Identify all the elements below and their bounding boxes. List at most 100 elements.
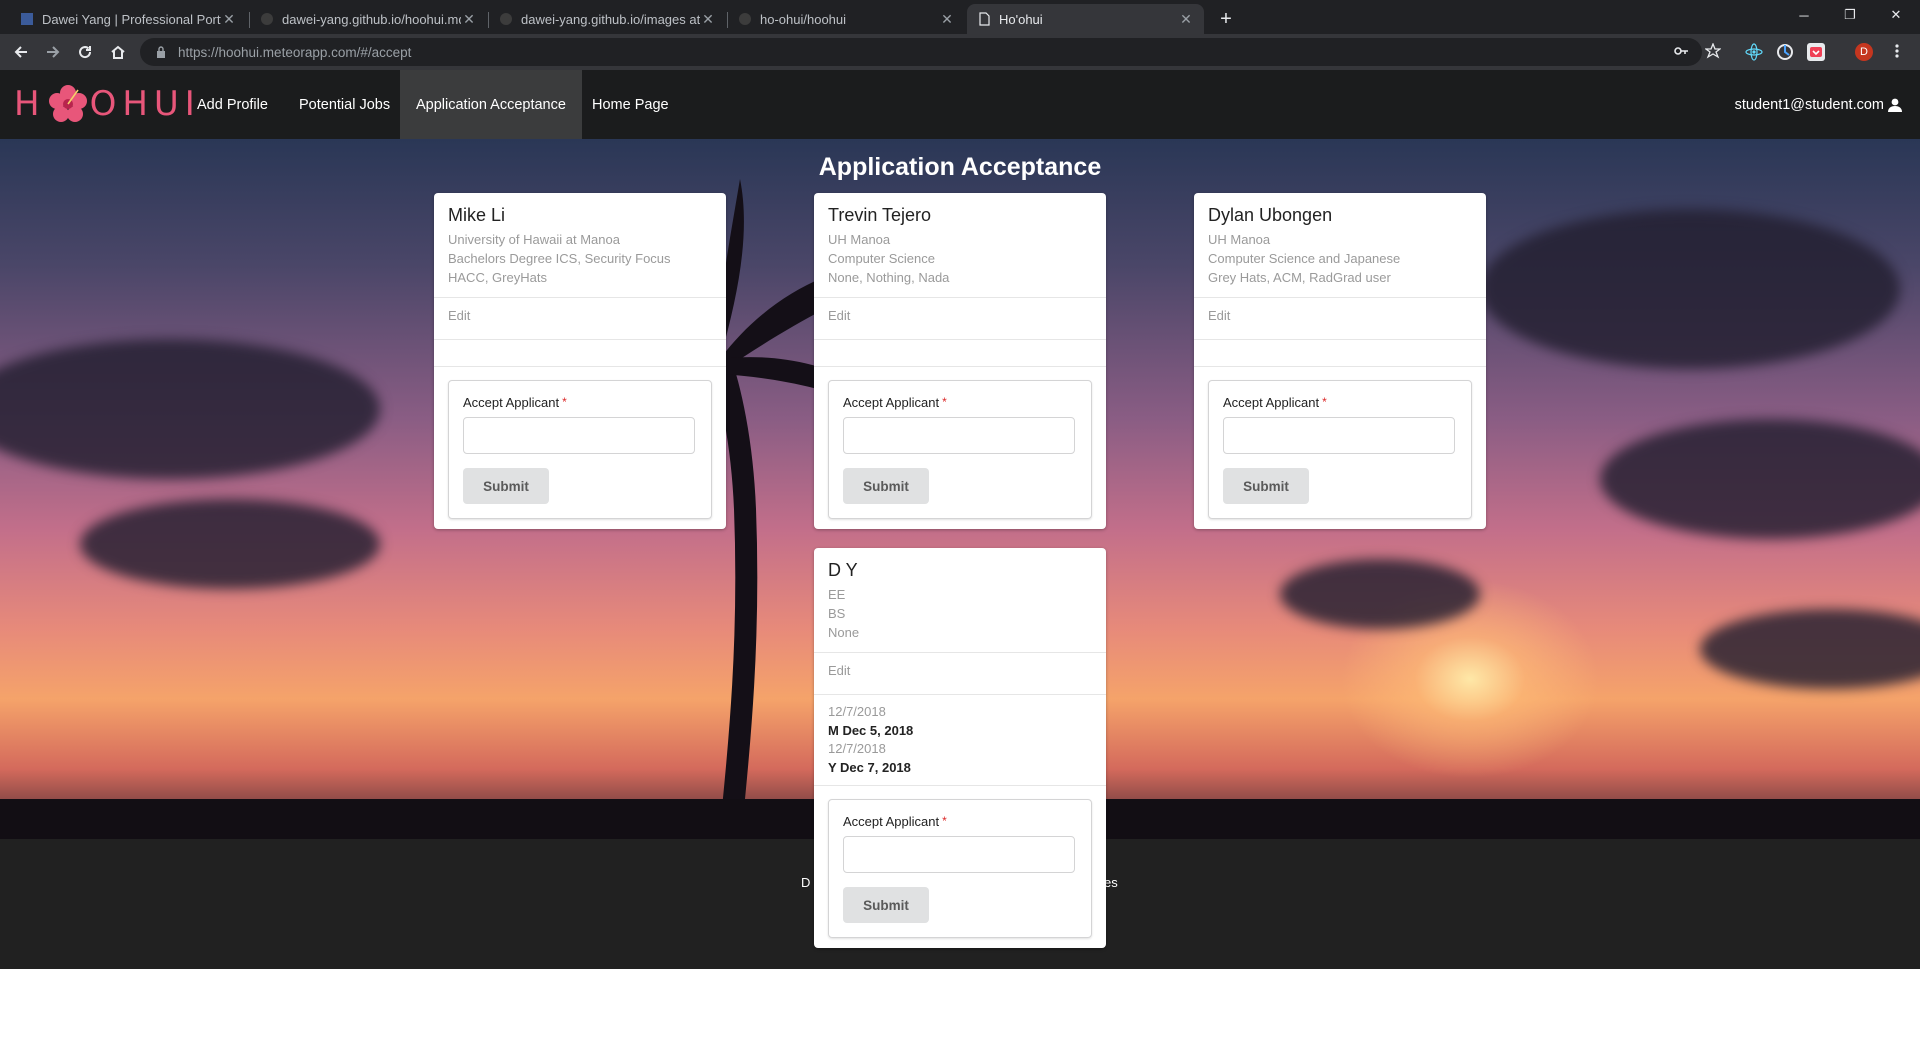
close-tab-icon[interactable]: ✕ [939,11,955,28]
applicant-name: Dylan Ubongen [1208,205,1333,225]
edit-link[interactable]: Edit [814,653,1106,695]
hibiscus-flower-icon [48,85,87,122]
applicant-degree: Computer Science and Japanese [1208,251,1401,266]
note-date: 12/7/2018 [828,741,886,756]
cloud [80,499,380,589]
github-icon [738,12,752,26]
new-tab-button[interactable]: + [1213,6,1239,32]
submit-button[interactable]: Submit [843,468,929,504]
edit-link[interactable]: Edit [434,298,726,340]
pocket-extension-icon[interactable] [1807,43,1825,61]
bookmark-star-icon[interactable] [1702,40,1724,62]
accept-applicant-input[interactable] [843,836,1075,873]
applicant-clubs: Grey Hats, ACM, RadGrad user [1208,270,1391,285]
applicant-name: D Y [828,560,858,580]
url-text: https://hoohui.meteorapp.com/#/accept [178,44,412,60]
cloud [1700,609,1920,689]
close-tab-icon[interactable]: ✕ [700,11,716,28]
key-icon[interactable] [1670,40,1692,62]
label-text: Accept Applicant [1223,395,1320,410]
applicant-clubs: None [828,625,860,640]
applicant-clubs: HACC, GreyHats [448,270,547,285]
required-marker: * [1322,395,1327,409]
card-content: Trevin Tejero UH Manoa Computer Science … [814,193,1106,298]
applicant-name: Trevin Tejero [828,205,932,225]
applicant-card: Dylan Ubongen UH Manoa Computer Science … [1194,193,1486,529]
note-date: 12/7/2018 [828,704,886,719]
label-text: Accept Applicant [843,814,940,829]
note-text: M Dec 5, 2018 [828,723,914,738]
github-icon [260,12,274,26]
profile-avatar[interactable]: D [1855,43,1873,61]
accept-applicant-form: Accept Applicant * Submit [828,799,1092,938]
applicant-school: EE [828,587,846,602]
footer-text-left: D [801,875,811,890]
sync-extension-icon[interactable] [1776,43,1794,61]
edit-link[interactable]: Edit [1194,298,1486,340]
card-content: D Y EE BS None [814,548,1106,653]
edit-link[interactable]: Edit [814,298,1106,340]
accept-applicant-label: Accept Applicant * [463,395,697,410]
browser-toolbar: https://hoohui.meteorapp.com/#/accept D [0,34,1920,70]
tab-title: dawei-yang.github.io/images at [521,11,700,27]
nav-potential-jobs[interactable]: Potential Jobs [283,70,406,139]
browser-menu-icon[interactable] [1886,40,1908,62]
browser-tab-repo[interactable]: ho-ohui/hoohui ✕ [728,4,965,34]
react-extension-icon[interactable] [1745,43,1763,61]
user-email: student1@student.com [1734,96,1884,113]
user-menu[interactable]: student1@student.com [1735,70,1902,139]
address-bar[interactable]: https://hoohui.meteorapp.com/#/accept [140,38,1702,66]
accept-applicant-form: Accept Applicant * Submit [1208,380,1472,519]
applicant-degree: BS [828,606,846,621]
submit-button[interactable]: Submit [1223,468,1309,504]
applicant-card: Trevin Tejero UH Manoa Computer Science … [814,193,1106,529]
applicant-degree: Computer Science [828,251,935,266]
minimize-icon[interactable]: ─ [1781,0,1827,30]
submit-button[interactable]: Submit [463,468,549,504]
applicant-clubs: None, Nothing, Nada [828,270,950,285]
home-icon[interactable] [106,40,130,64]
restore-icon[interactable]: ❐ [1827,0,1873,30]
lock-icon [154,45,168,59]
accept-applicant-input[interactable] [463,417,695,454]
close-tab-icon[interactable]: ✕ [221,11,237,28]
browser-tab-strip: Dawei Yang | Professional Portfol ✕ dawe… [0,0,1920,34]
nav-application-acceptance[interactable]: Application Acceptance [400,70,582,139]
close-tab-icon[interactable]: ✕ [1178,11,1194,28]
forward-icon[interactable] [41,40,65,64]
accept-applicant-input[interactable] [1223,417,1455,454]
page-title: Application Acceptance [818,153,1102,181]
accept-applicant-label: Accept Applicant * [843,395,1077,410]
browser-tab-hoohui[interactable]: Ho'ohui ✕ [967,4,1204,34]
footer-text-right: es [1104,875,1118,890]
github-icon [499,12,513,26]
back-icon[interactable] [9,40,33,64]
notes-area [434,340,726,367]
close-tab-icon[interactable]: ✕ [461,11,477,28]
notes-area [814,340,1106,367]
cloud [1280,559,1480,629]
browser-tab-images[interactable]: dawei-yang.github.io/images at ✕ [489,4,726,34]
cloud [0,339,380,479]
page-icon [977,12,991,26]
applicant-name: Mike Li [448,205,506,225]
submit-button[interactable]: Submit [843,887,929,923]
notes-list: 12/7/2018 M Dec 5, 2018 12/7/2018 Y Dec … [814,695,1106,786]
browser-tab-hoohui-md[interactable]: dawei-yang.github.io/hoohui.md ✕ [250,4,487,34]
label-text: Accept Applicant [463,395,560,410]
card-content: Dylan Ubongen UH Manoa Computer Science … [1194,193,1486,298]
accept-applicant-form: Accept Applicant * Submit [448,380,712,519]
window-close-icon[interactable]: ✕ [1873,0,1919,30]
applicant-card: Mike Li University of Hawaii at Manoa Ba… [434,193,726,529]
tab-title: ho-ohui/hoohui [760,11,847,27]
portfolio-favicon-icon [20,12,34,26]
accept-applicant-label: Accept Applicant * [1223,395,1457,410]
accept-applicant-label: Accept Applicant * [843,814,1077,829]
nav-add-profile[interactable]: Add Profile [181,70,284,139]
nav-home-page[interactable]: Home Page [576,70,685,139]
accept-applicant-input[interactable] [843,417,1075,454]
hoohui-logo[interactable]: H OHUI [14,84,201,124]
browser-tab-portfolio[interactable]: Dawei Yang | Professional Portfol ✕ [10,4,247,34]
reload-icon[interactable] [73,40,97,64]
required-marker: * [562,395,567,409]
